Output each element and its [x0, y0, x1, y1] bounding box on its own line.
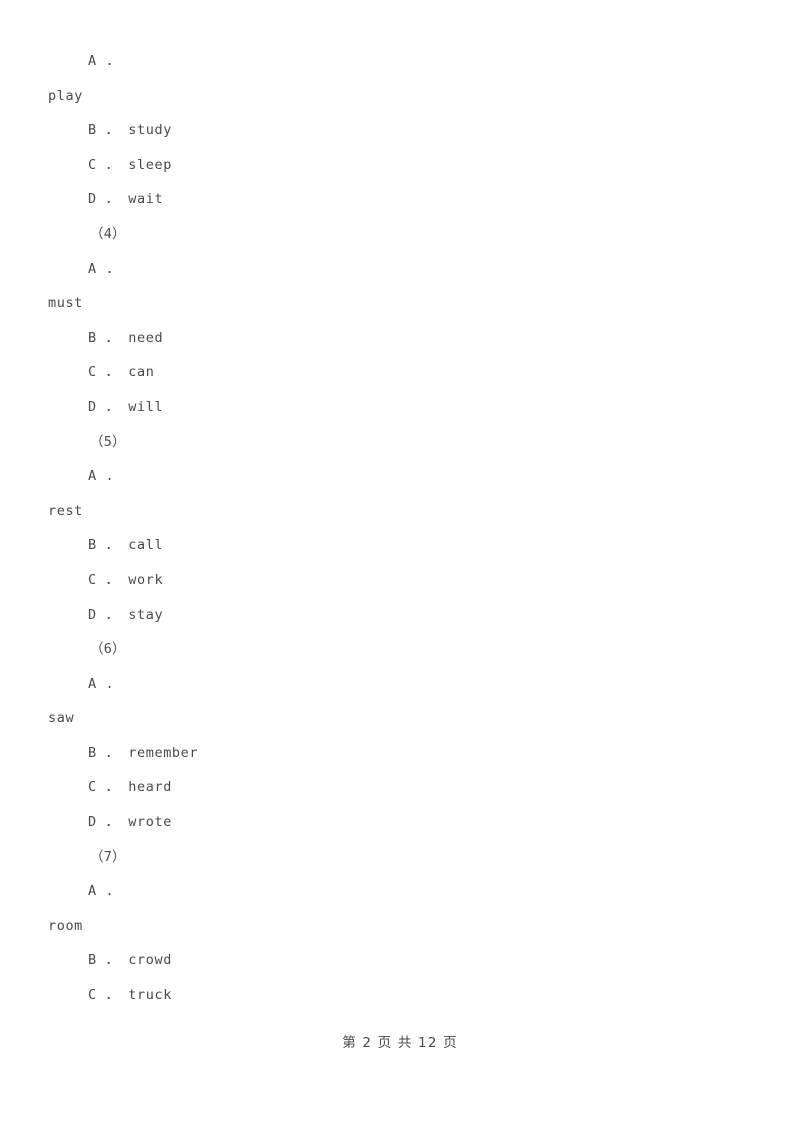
question-list: A . play B ． study C ． sleep D ． wait （4… — [48, 44, 752, 1013]
question-number: （4） — [90, 225, 126, 242]
option-line: D ． wait — [88, 191, 164, 208]
page-footer: 第 2 页 共 12 页 — [342, 1035, 458, 1051]
option-line: B ． study — [88, 122, 172, 139]
option-line: B ． call — [88, 537, 164, 554]
option-line: D ． stay — [88, 606, 164, 623]
option-line: A . — [88, 883, 115, 900]
option-line: A . — [88, 53, 115, 69]
option-line: B ． crowd — [88, 952, 172, 969]
option-line: B ． remember — [88, 744, 199, 761]
question-number: （7） — [90, 848, 126, 865]
option-wrap-line: rest — [48, 502, 83, 519]
option-line: C ． sleep — [88, 156, 172, 173]
option-line: C ． heard — [88, 779, 172, 796]
document-page: A . play B ． study C ． sleep D ． wait （4… — [0, 0, 800, 1132]
option-wrap-line: room — [48, 917, 83, 934]
option-line: C ． work — [88, 571, 164, 588]
question-number: （6） — [90, 641, 126, 658]
option-wrap-line: saw — [48, 710, 75, 727]
option-line: C ． truck — [88, 987, 172, 1004]
option-line: A . — [88, 675, 115, 692]
option-wrap-line: play — [48, 87, 83, 104]
option-line: A . — [88, 260, 115, 277]
option-line: B ． need — [88, 329, 164, 346]
question-number: （5） — [90, 433, 126, 450]
option-line: D ． wrote — [88, 814, 172, 831]
option-wrap-line: must — [48, 295, 83, 312]
option-line: A . — [88, 468, 115, 485]
option-line: D ． will — [88, 398, 164, 415]
option-line: C ． can — [88, 364, 155, 381]
